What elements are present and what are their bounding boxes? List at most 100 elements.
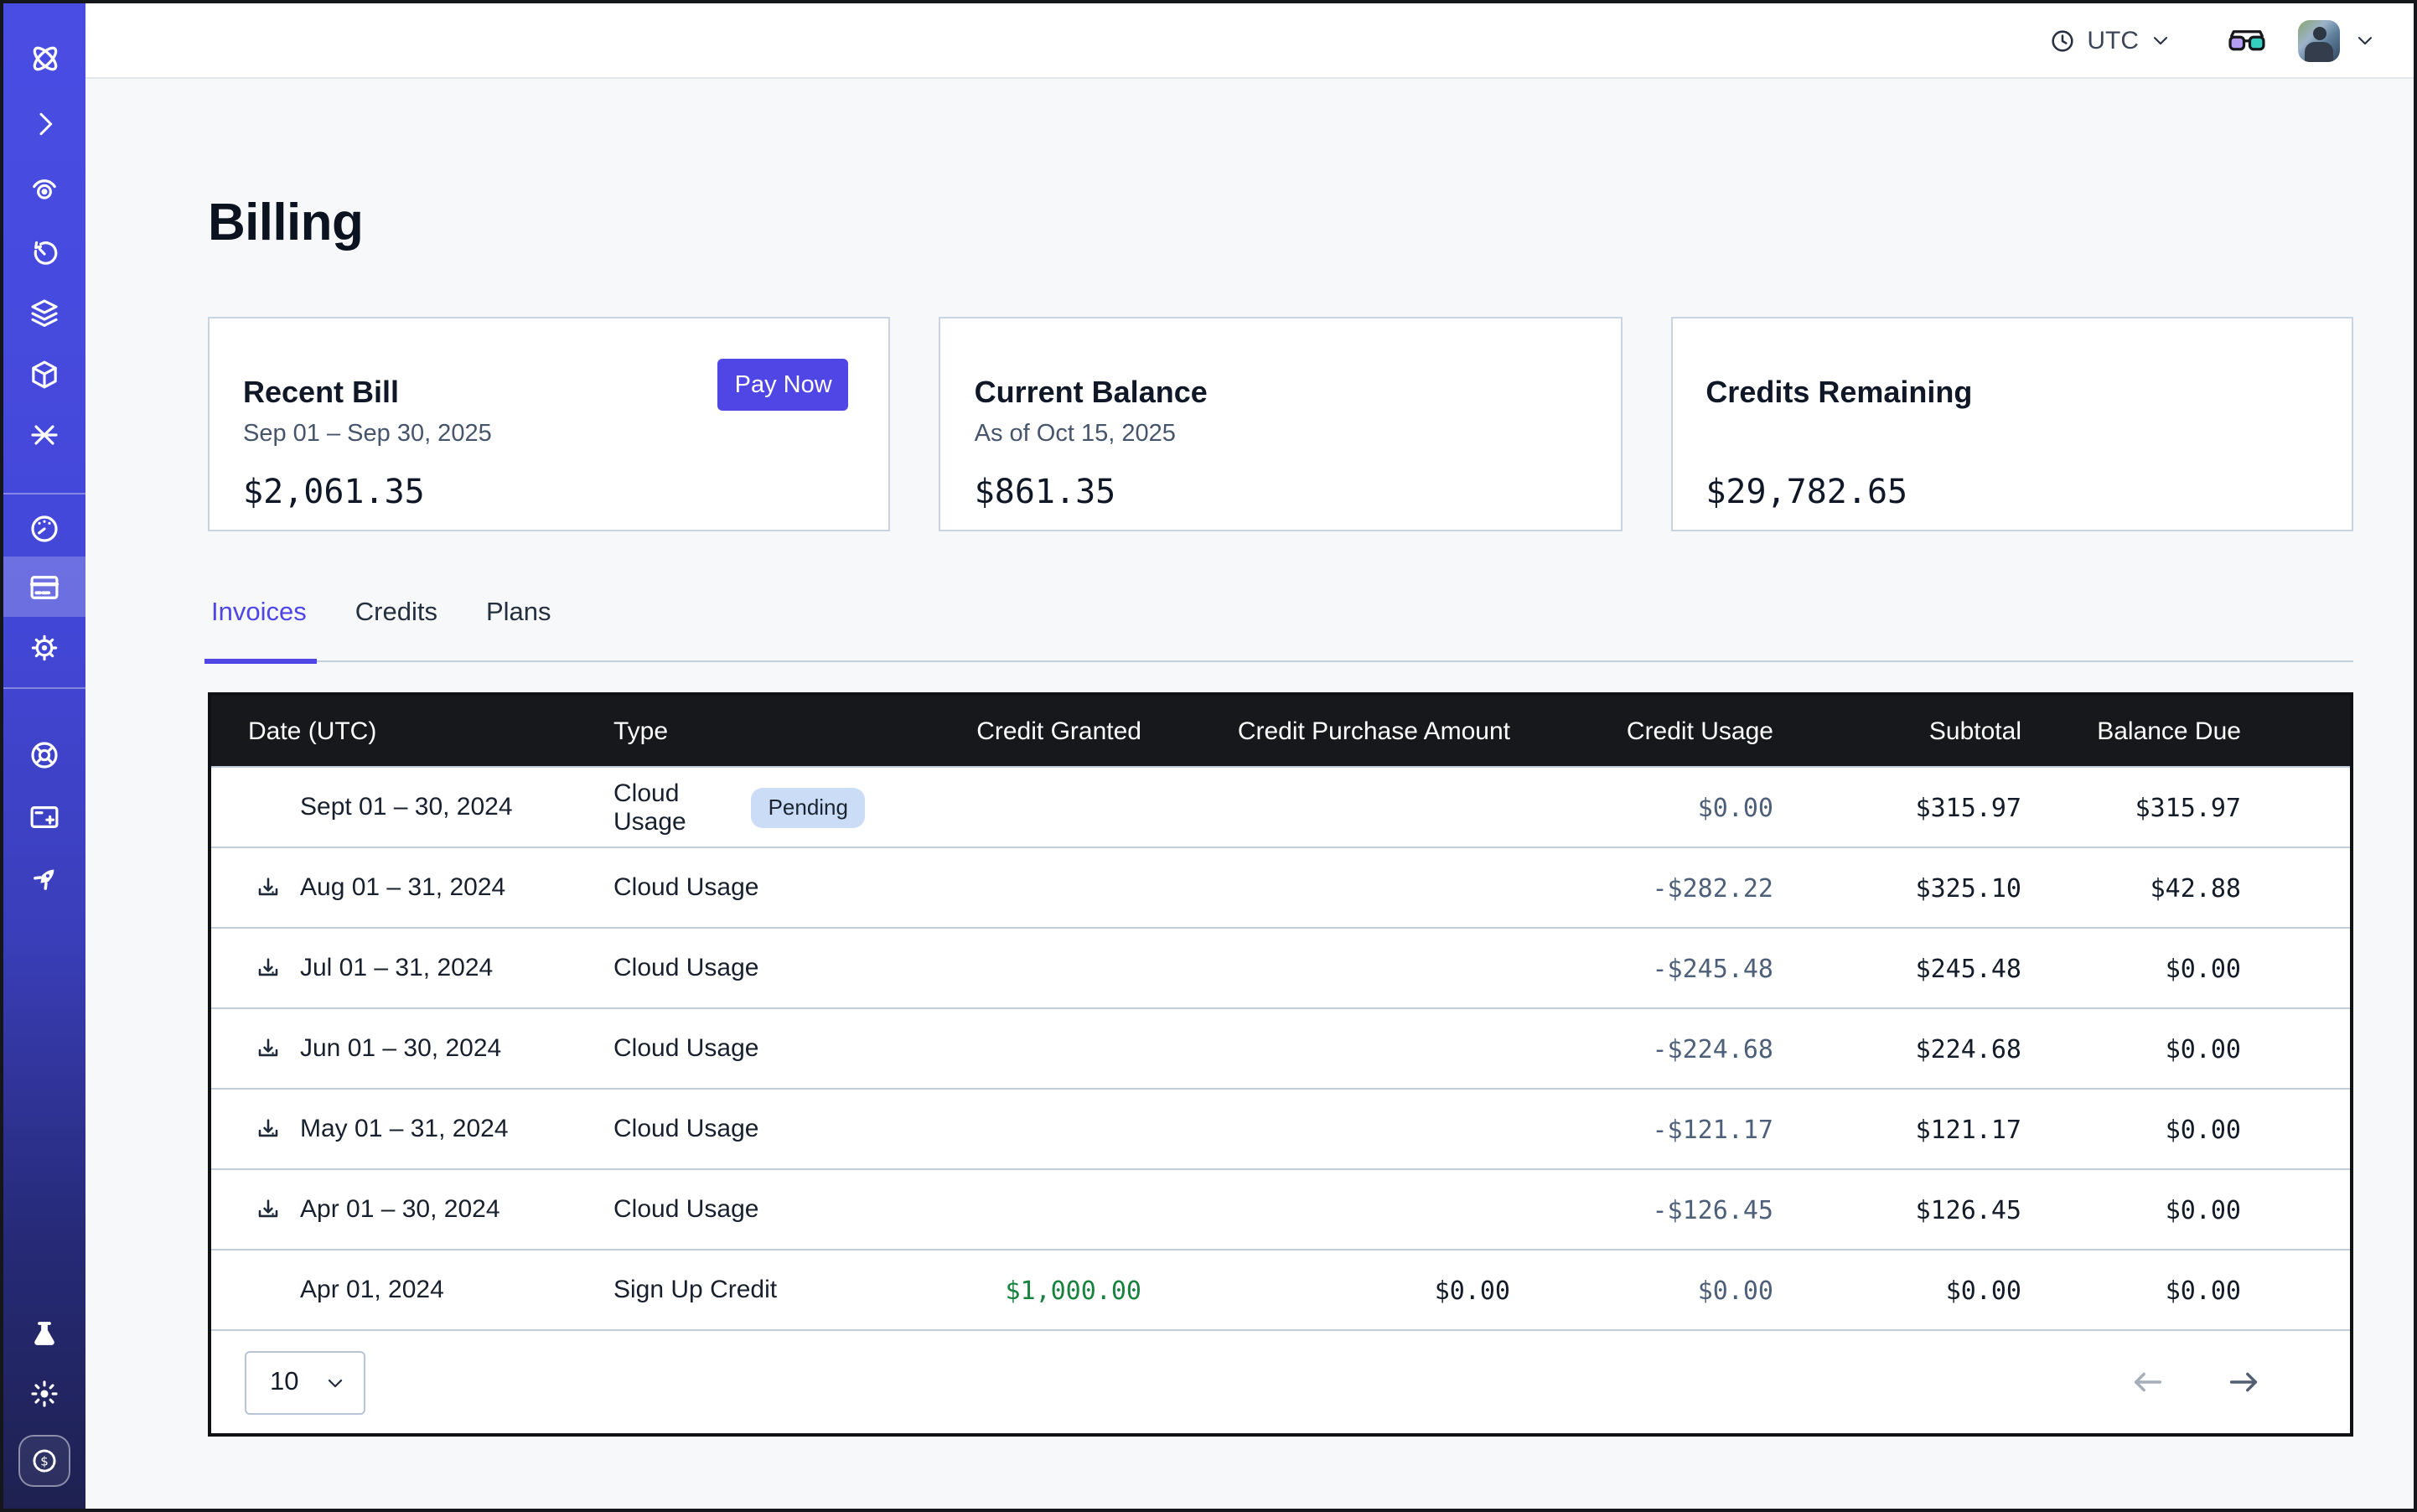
balance-due-value: $315.97 (2021, 792, 2241, 822)
dollar-badge-button[interactable]: $ (18, 1435, 70, 1487)
box-icon[interactable] (3, 350, 85, 397)
tab-credits[interactable]: Credits (352, 598, 441, 660)
subtotal-value: $245.48 (1773, 953, 2021, 983)
main-content: Billing Recent Bill Sep 01 – Sep 30, 202… (208, 79, 2353, 1437)
previous-page-arrow-icon[interactable] (2129, 1363, 2167, 1401)
recent-bill-card: Recent Bill Sep 01 – Sep 30, 2025 $2,061… (208, 317, 891, 531)
billing-tabs: Invoices Credits Plans (208, 598, 2353, 662)
credit-usage-value: -$126.45 (1510, 1194, 1773, 1225)
balance-due-value: $0.00 (2021, 1033, 2241, 1064)
download-invoice-icon[interactable] (255, 1196, 282, 1223)
flask-icon[interactable] (3, 1311, 85, 1358)
credit-usage-value: -$245.48 (1510, 953, 1773, 983)
credit-usage-value: -$224.68 (1510, 1033, 1773, 1064)
table-row: Apr 01, 2024 Sign Up Credit $1,000.00 $0… (211, 1249, 2350, 1329)
timer-icon[interactable] (3, 228, 85, 275)
invoice-date: Jul 01 – 31, 2024 (300, 954, 493, 982)
credit-granted-value: $1,000.00 (865, 1275, 1141, 1305)
download-invoice-icon[interactable] (255, 874, 282, 901)
settings-gear-icon[interactable] (3, 624, 85, 671)
card-title: Current Balance (975, 372, 1587, 412)
download-invoice-icon[interactable] (255, 1035, 282, 1062)
app-window: $ UTC Billing Recent Bill Sep 01 – Sep 3… (0, 0, 2417, 1512)
sidebar-item-billing[interactable] (3, 563, 85, 610)
subtotal-value: $126.45 (1773, 1194, 2021, 1225)
glasses-icon[interactable] (2228, 26, 2266, 54)
download-invoice-icon[interactable] (255, 955, 282, 981)
sidebar: $ (3, 3, 85, 1509)
table-row: Jun 01 – 30, 2024 Cloud Usage -$224.68 $… (211, 1007, 2350, 1088)
page-size-value: 10 (270, 1367, 299, 1397)
chevron-down-icon (2149, 28, 2172, 52)
atom-logo-icon[interactable] (3, 35, 85, 82)
chevron-right-icon[interactable] (3, 101, 85, 148)
subtotal-value: $224.68 (1773, 1033, 2021, 1064)
tab-plans[interactable]: Plans (483, 598, 555, 660)
column-header-credit-usage: Credit Usage (1510, 717, 1773, 745)
table-row: Aug 01 – 31, 2024 Cloud Usage -$282.22 $… (211, 847, 2350, 927)
card-title: Credits Remaining (1705, 372, 2318, 412)
timezone-label: UTC (2087, 26, 2139, 54)
card-amount: $29,782.65 (1705, 469, 2318, 513)
viewport: $ UTC Billing Recent Bill Sep 01 – Sep 3… (0, 0, 2417, 1512)
sun-icon[interactable] (3, 1370, 85, 1416)
invoice-type: Cloud Usage (613, 1115, 758, 1143)
table-footer: 10 (211, 1329, 2350, 1433)
column-header-credit-purchase: Credit Purchase Amount (1141, 717, 1510, 745)
summary-cards: Recent Bill Sep 01 – Sep 30, 2025 $2,061… (208, 317, 2353, 531)
card-amount: $861.35 (975, 469, 1587, 513)
invoice-date: Apr 01 – 30, 2024 (300, 1195, 500, 1224)
page-title: Billing (208, 189, 2353, 256)
avatar-silhouette (2313, 26, 2326, 39)
balance-due-value: $0.00 (2021, 1275, 2241, 1305)
page-size-select[interactable]: 10 (245, 1350, 365, 1414)
subtotal-value: $325.10 (1773, 873, 2021, 903)
gauge-icon[interactable] (3, 505, 85, 551)
invoice-type: Cloud Usage (613, 1195, 758, 1224)
sidebar-divider (3, 687, 85, 689)
card-plus-icon[interactable] (3, 793, 85, 840)
rocket-icon[interactable] (3, 855, 85, 902)
credit-usage-value: $0.00 (1510, 792, 1773, 822)
svg-text:$: $ (40, 1453, 49, 1468)
credit-purchase-value: $0.00 (1141, 1275, 1510, 1305)
credit-usage-value: -$282.22 (1510, 873, 1773, 903)
tab-invoices[interactable]: Invoices (208, 598, 310, 660)
invoice-type: Cloud Usage (613, 873, 758, 902)
current-balance-card: Current Balance As of Oct 15, 2025 $861.… (939, 317, 1623, 531)
pagination-controls (2129, 1363, 2263, 1401)
pay-now-button[interactable]: Pay Now (718, 359, 849, 411)
credits-remaining-card: Credits Remaining $29,782.65 (1670, 317, 2353, 531)
lifebuoy-icon[interactable] (3, 731, 85, 778)
column-header-subtotal: Subtotal (1773, 717, 2021, 745)
table-row: Apr 01 – 30, 2024 Cloud Usage -$126.45 $… (211, 1168, 2350, 1249)
avatar[interactable] (2298, 19, 2340, 61)
table-row: May 01 – 31, 2024 Cloud Usage -$121.17 $… (211, 1088, 2350, 1168)
chevron-down-icon (323, 1370, 347, 1394)
column-header-credit-granted: Credit Granted (865, 717, 1141, 745)
invoice-date: Aug 01 – 31, 2024 (300, 873, 505, 902)
account-menu-chevron-icon[interactable] (2353, 28, 2377, 52)
timezone-selector[interactable]: UTC (2048, 26, 2172, 54)
card-subtitle (1705, 417, 2318, 451)
invoice-date: Apr 01, 2024 (300, 1276, 444, 1304)
layers-icon[interactable] (3, 288, 85, 335)
invoice-type: Cloud Usage (613, 954, 758, 982)
next-page-arrow-icon[interactable] (2224, 1363, 2263, 1401)
clock-icon (2048, 26, 2077, 54)
status-badge: Pending (752, 787, 865, 827)
subtotal-value: $315.97 (1773, 792, 2021, 822)
table-row: Jul 01 – 31, 2024 Cloud Usage -$245.48 $… (211, 927, 2350, 1007)
asterisk-icon[interactable] (3, 411, 85, 458)
balance-due-value: $0.00 (2021, 953, 2241, 983)
subtotal-value: $121.17 (1773, 1114, 2021, 1144)
iris-icon[interactable] (3, 166, 85, 213)
sidebar-divider (3, 493, 85, 495)
download-invoice-icon[interactable] (255, 1116, 282, 1142)
invoice-date: Jun 01 – 30, 2024 (300, 1034, 501, 1063)
invoice-date: May 01 – 31, 2024 (300, 1115, 509, 1143)
card-subtitle: Sep 01 – Sep 30, 2025 (243, 417, 856, 451)
balance-due-value: $0.00 (2021, 1114, 2241, 1144)
invoices-table: Date (UTC) Type Credit Granted Credit Pu… (208, 692, 2353, 1437)
balance-due-value: $42.88 (2021, 873, 2241, 903)
